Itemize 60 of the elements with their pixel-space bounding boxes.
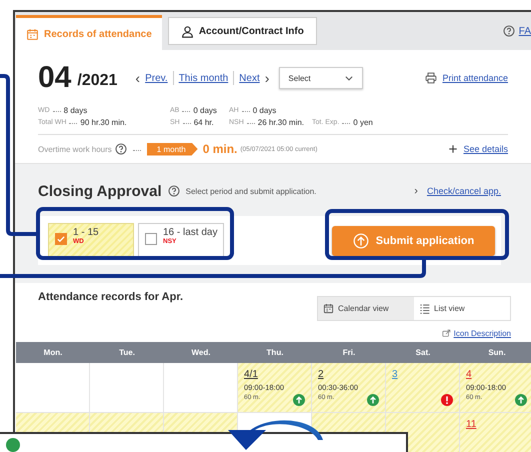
day-link[interactable]: 4/1 [244, 369, 258, 380]
checkbox[interactable] [145, 232, 157, 244]
period-label: 16 - last day [163, 226, 218, 238]
plus-icon[interactable] [448, 144, 458, 154]
nav-link[interactable]: Prev. [145, 72, 168, 84]
weekday-header: Thu. [238, 342, 312, 363]
external-link-icon[interactable] [442, 329, 451, 338]
weekday-header: Mon. [16, 342, 90, 363]
day-link[interactable]: 4 [466, 369, 472, 380]
weekday-header: Wed. [164, 342, 238, 363]
check-cancel-link[interactable]: Check/cancel app. [426, 186, 501, 196]
checkbox[interactable] [55, 232, 67, 244]
stat-value: 90 hr.30 min. [80, 118, 127, 126]
stat-value: 26 hr.30 min. [258, 118, 304, 126]
help-icon[interactable] [502, 25, 515, 37]
list-icon [419, 303, 430, 314]
upload-status-icon [367, 394, 379, 406]
select-dropdown[interactable]: Select [279, 67, 364, 89]
chevron-right-icon[interactable]: › [414, 186, 418, 196]
year-label: /2021 [77, 72, 118, 90]
upload-icon [352, 232, 369, 248]
alert-icon [441, 394, 453, 406]
weekday-header: Fri. [312, 342, 386, 363]
period-label: 1 - 15 [73, 226, 99, 238]
day-link[interactable]: 2 [318, 369, 324, 380]
nav-link[interactable]: Next [239, 72, 260, 84]
stat-value: 8 days [64, 106, 88, 114]
stat-value: 0 yen [353, 118, 373, 126]
icon-description-link[interactable]: Icon Description [454, 329, 511, 338]
weekday-header: Tue. [90, 342, 164, 363]
section-title: Attendance records for Apr. [38, 291, 184, 303]
print-link[interactable]: Print attendance [442, 73, 508, 83]
upload-status-icon [515, 394, 527, 406]
month-number: 04 [38, 61, 72, 95]
person-icon [180, 24, 194, 38]
calendar-icon [26, 28, 39, 40]
stat-value: 0 days [193, 106, 217, 114]
stat-value: 64 hr. [194, 118, 214, 126]
status-circle-icon [6, 438, 20, 452]
printer-icon[interactable] [425, 72, 438, 84]
stat-value: 0 days [252, 106, 276, 114]
help-icon[interactable] [168, 185, 180, 197]
nav-link[interactable]: This month [178, 72, 228, 84]
help-icon[interactable] [114, 143, 127, 155]
hint-text: Select period and submit application. [186, 186, 316, 196]
details-link[interactable]: See details [463, 144, 508, 154]
chevron-left-icon[interactable]: ‹ [135, 71, 140, 85]
weekday-header: Sun. [460, 342, 531, 363]
tab[interactable]: Account/Contract Info [168, 17, 317, 45]
overtime-label: Overtime work hours [38, 144, 112, 154]
period-badge: 1 month [146, 142, 198, 156]
view-toggle[interactable]: Calendar view [318, 297, 414, 320]
chevron-right-icon[interactable]: › [264, 71, 270, 85]
upload-status-icon [293, 394, 305, 406]
faq-link[interactable]: FA [518, 26, 531, 36]
weekday-header: Sat. [386, 342, 460, 363]
calendar-icon [323, 303, 334, 314]
day-link[interactable]: 11 [466, 419, 476, 430]
overtime-value: 0 min. [202, 142, 238, 156]
section-title: Closing Approval [38, 182, 162, 200]
